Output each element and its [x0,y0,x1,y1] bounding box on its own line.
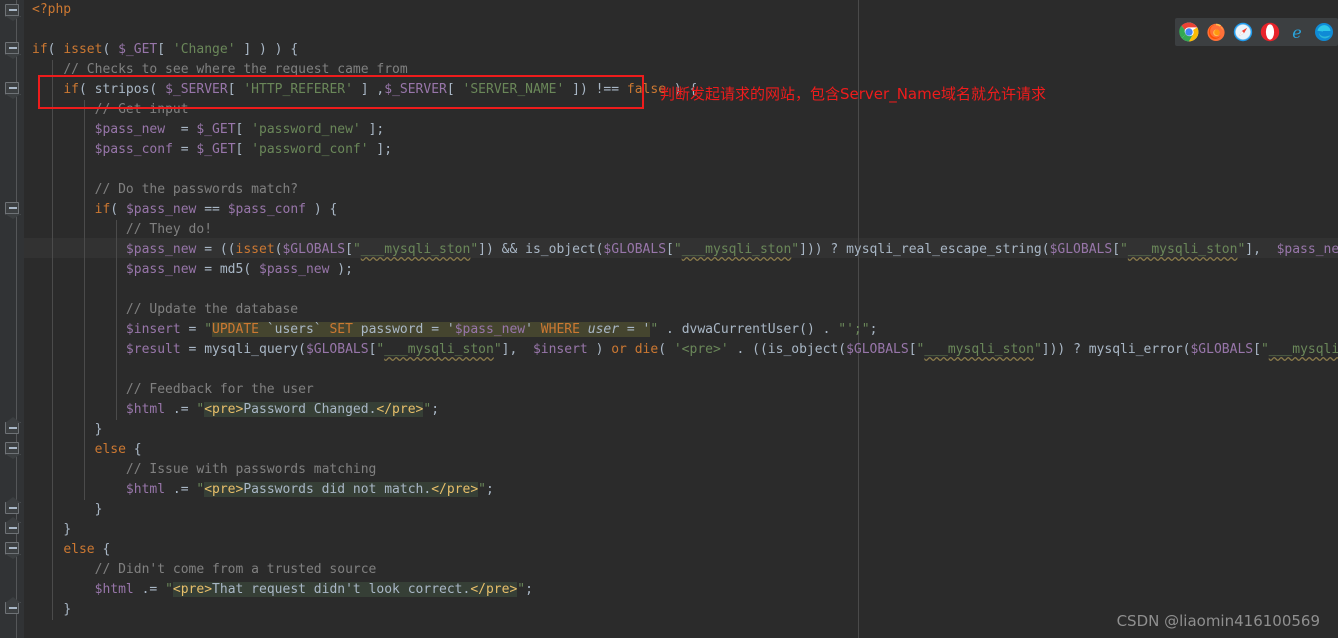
fold-minus-icon [9,527,17,529]
fold-minus-icon [9,207,17,209]
code-line[interactable]: else { [32,440,142,460]
firefox-icon[interactable] [1206,22,1226,42]
ide-code-editor-screenshot: <?php if( isset( $_GET[ 'Change' ] ) ) { … [0,0,1338,638]
fold-marker[interactable] [5,522,19,534]
code-line[interactable]: // Didn't come from a trusted source [32,560,377,580]
fold-minus-icon [9,607,17,609]
code-line[interactable]: } [32,520,71,540]
fold-minus-icon [9,87,17,89]
fold-minus-icon [9,9,17,11]
code-line[interactable]: $html .= "<pre>Password Changed.</pre>"; [32,400,439,420]
code-line[interactable]: else { [32,540,110,560]
code-line[interactable]: if( $pass_new == $pass_conf ) { [32,200,338,220]
code-line[interactable]: $result = mysqli_query($GLOBALS["___mysq… [32,340,1338,360]
fold-marker[interactable] [5,82,19,94]
fold-minus-icon [9,47,17,49]
code-line[interactable]: } [32,600,71,620]
code-line[interactable]: $pass_conf = $_GET[ 'password_conf' ]; [32,140,392,160]
annotation-text: 判断发起请求的网站，包含Server_Name域名就允许请求 [660,85,1046,103]
fold-minus-icon [9,507,17,509]
svg-text:e: e [1292,23,1301,42]
code-line[interactable]: $pass_new = $_GET[ 'password_new' ]; [32,120,385,140]
opera-icon[interactable] [1260,22,1280,42]
code-line[interactable]: } [32,420,103,440]
code-line[interactable]: $pass_new = ((isset($GLOBALS["___mysqli_… [32,240,1338,260]
code-line[interactable]: // Checks to see where the request came … [32,60,407,80]
editor-gutter[interactable] [0,0,24,638]
code-line[interactable]: // Update the database [32,300,298,320]
browser-launcher-tray[interactable]: e [1175,18,1338,46]
code-line[interactable]: if( isset( $_GET[ 'Change' ] ) ) { [32,40,298,60]
code-line[interactable] [32,160,95,180]
fold-minus-icon [9,547,17,549]
fold-marker[interactable] [5,542,19,554]
code-line[interactable]: } [32,500,103,520]
edge-icon[interactable] [1314,22,1334,42]
code-line[interactable]: // They do! [32,220,212,240]
safari-icon[interactable] [1233,22,1253,42]
code-line[interactable]: $insert = "UPDATE `users` SET password =… [32,320,877,340]
code-line[interactable]: if( stripos( $_SERVER[ 'HTTP_REFERER' ] … [32,80,697,100]
code-line[interactable]: $pass_new = md5( $pass_new ); [32,260,353,280]
code-line[interactable]: <?php [32,0,71,20]
code-line[interactable]: $html .= "<pre>That request didn't look … [32,580,533,600]
fold-minus-icon [9,447,17,449]
fold-marker[interactable] [5,422,19,434]
code-line[interactable]: // Do the passwords match? [32,180,299,200]
fold-marker[interactable] [5,442,19,454]
code-line[interactable] [32,360,126,380]
fold-marker[interactable] [5,202,19,214]
fold-marker[interactable] [5,4,19,16]
code-line[interactable]: $html .= "<pre>Passwords did not match.<… [32,480,494,500]
code-line[interactable] [32,280,126,300]
code-line[interactable]: // Issue with passwords matching [32,460,376,480]
fold-marker[interactable] [5,602,19,614]
code-line[interactable]: // Feedback for the user [32,380,314,400]
ie-icon[interactable]: e [1287,22,1307,42]
fold-marker[interactable] [5,42,19,54]
code-line[interactable]: // Get input [32,100,189,120]
csdn-watermark: CSDN @liaomin416100569 [1116,612,1320,630]
fold-marker[interactable] [5,502,19,514]
fold-minus-icon [9,427,17,429]
chrome-icon[interactable] [1179,22,1199,42]
